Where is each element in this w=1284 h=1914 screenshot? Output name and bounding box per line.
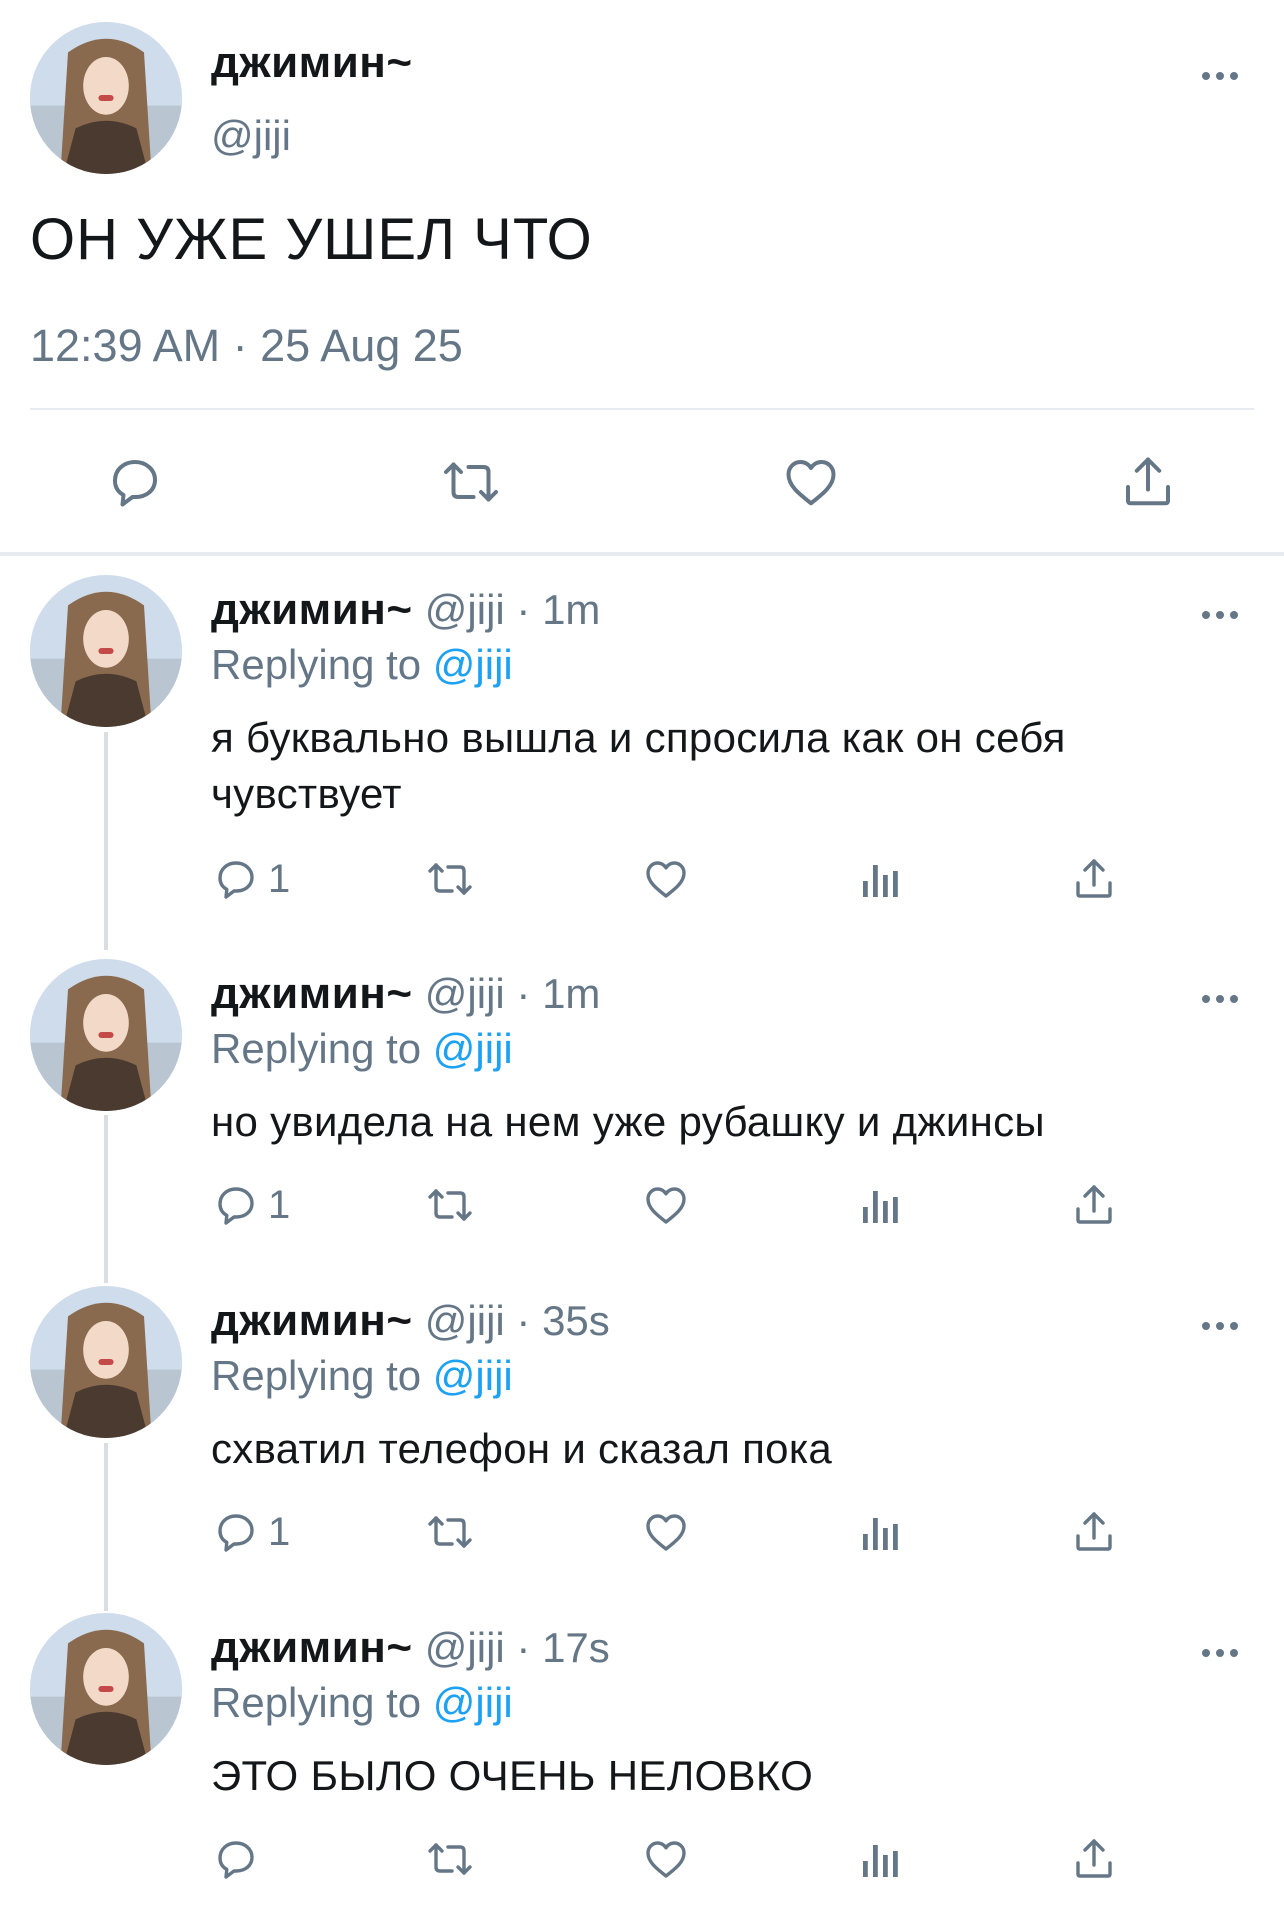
- retweet-icon[interactable]: [422, 1181, 478, 1229]
- reply-button[interactable]: [212, 1835, 268, 1883]
- section-divider: [0, 552, 1284, 556]
- avatar-image: [30, 959, 182, 1111]
- reply-button[interactable]: 1: [212, 1508, 290, 1556]
- reply-button[interactable]: 1: [212, 855, 290, 903]
- like-icon[interactable]: [642, 855, 690, 903]
- divider: [30, 408, 1254, 410]
- retweet-icon[interactable]: [422, 855, 478, 903]
- retweet-icon[interactable]: [422, 1508, 478, 1556]
- reply-count: 1: [268, 1182, 291, 1227]
- avatar-image: [30, 22, 182, 174]
- more-options-icon[interactable]: [1198, 58, 1242, 94]
- reply-icon: [218, 861, 254, 899]
- handle-and-time[interactable]: @jiji · 17s: [425, 1624, 610, 1671]
- author-handle[interactable]: @jiji: [211, 112, 291, 160]
- handle-and-time[interactable]: @jiji · 1m: [425, 586, 601, 633]
- tweet-text: ОН УЖЕ УШЕЛ ЧТО: [30, 207, 593, 272]
- author-name[interactable]: джимин~: [211, 969, 413, 1018]
- replying-label: Replying to: [211, 1679, 422, 1726]
- share-icon[interactable]: [1070, 855, 1118, 903]
- more-options-icon[interactable]: [1198, 1635, 1242, 1671]
- thread-line: [104, 732, 108, 950]
- tweet-actions: 1: [0, 1181, 1284, 1241]
- reply-header: джимин~ @jiji · 17s: [211, 1623, 610, 1673]
- retweet-icon[interactable]: [437, 452, 505, 512]
- reply-header: джимин~ @jiji · 1m: [211, 969, 600, 1019]
- like-icon[interactable]: [781, 452, 841, 512]
- reply-icon: [218, 1187, 254, 1225]
- tweet-actions: 1: [0, 1508, 1284, 1568]
- reply-icon: [218, 1841, 254, 1879]
- author-name[interactable]: джимин~: [211, 1296, 413, 1345]
- replying-to: Replying to @jiji: [211, 1025, 513, 1073]
- reply-icon: [218, 1514, 254, 1552]
- replying-label: Replying to: [211, 641, 422, 688]
- analytics-icon[interactable]: [857, 1835, 905, 1883]
- retweet-icon[interactable]: [422, 1835, 478, 1883]
- avatar-image: [30, 1286, 182, 1438]
- author-name[interactable]: джимин~: [211, 38, 413, 88]
- tweet-actions: 1: [0, 855, 1284, 915]
- replying-to: Replying to @jiji: [211, 1679, 513, 1727]
- tweet-text: я буквально вышла и спросила как он себя…: [211, 714, 1066, 817]
- mention-link[interactable]: @jiji: [433, 641, 513, 688]
- share-icon[interactable]: [1118, 452, 1178, 512]
- analytics-icon[interactable]: [857, 855, 905, 903]
- like-icon[interactable]: [642, 1835, 690, 1883]
- reply-header: джимин~ @jiji · 35s: [211, 1296, 610, 1346]
- mention-link[interactable]: @jiji: [433, 1352, 513, 1399]
- analytics-icon[interactable]: [857, 1508, 905, 1556]
- reply-header: джимин~ @jiji · 1m: [211, 585, 600, 635]
- avatar[interactable]: [30, 575, 182, 727]
- replying-to: Replying to @jiji: [211, 1352, 513, 1400]
- mention-link[interactable]: @jiji: [433, 1679, 513, 1726]
- like-icon[interactable]: [642, 1181, 690, 1229]
- reply-button[interactable]: 1: [212, 1181, 290, 1229]
- handle-and-time[interactable]: @jiji · 1m: [425, 970, 601, 1017]
- handle-and-time[interactable]: @jiji · 35s: [425, 1297, 610, 1344]
- analytics-icon[interactable]: [857, 1181, 905, 1229]
- replying-label: Replying to: [211, 1025, 422, 1072]
- replying-to: Replying to @jiji: [211, 641, 513, 689]
- share-icon[interactable]: [1070, 1835, 1118, 1883]
- more-options-icon[interactable]: [1198, 981, 1242, 1017]
- share-icon[interactable]: [1070, 1508, 1118, 1556]
- avatar-image: [30, 575, 182, 727]
- more-options-icon[interactable]: [1198, 597, 1242, 633]
- avatar[interactable]: [30, 959, 182, 1111]
- more-options-icon[interactable]: [1198, 1308, 1242, 1344]
- tweet-text: но увидела на нем уже рубашку и джинсы: [211, 1098, 1045, 1145]
- tweet-actions: [0, 1835, 1284, 1895]
- reply-count: 1: [268, 1509, 291, 1554]
- avatar[interactable]: [30, 22, 182, 174]
- tweet-text: схватил телефон и сказал пока: [211, 1425, 833, 1472]
- tweet-text: ЭТО БЫЛО ОЧЕНЬ НЕЛОВКО: [211, 1752, 814, 1799]
- replying-label: Replying to: [211, 1352, 422, 1399]
- reply-icon[interactable]: [105, 452, 165, 512]
- avatar[interactable]: [30, 1286, 182, 1438]
- like-icon[interactable]: [642, 1508, 690, 1556]
- reply-count: 1: [268, 856, 291, 901]
- mention-link[interactable]: @jiji: [433, 1025, 513, 1072]
- share-icon[interactable]: [1070, 1181, 1118, 1229]
- avatar-image: [30, 1613, 182, 1765]
- tweet-timestamp[interactable]: 12:39 AM · 25 Aug 25: [30, 320, 463, 372]
- author-name[interactable]: джимин~: [211, 1623, 413, 1672]
- author-name[interactable]: джимин~: [211, 585, 413, 634]
- avatar[interactable]: [30, 1613, 182, 1765]
